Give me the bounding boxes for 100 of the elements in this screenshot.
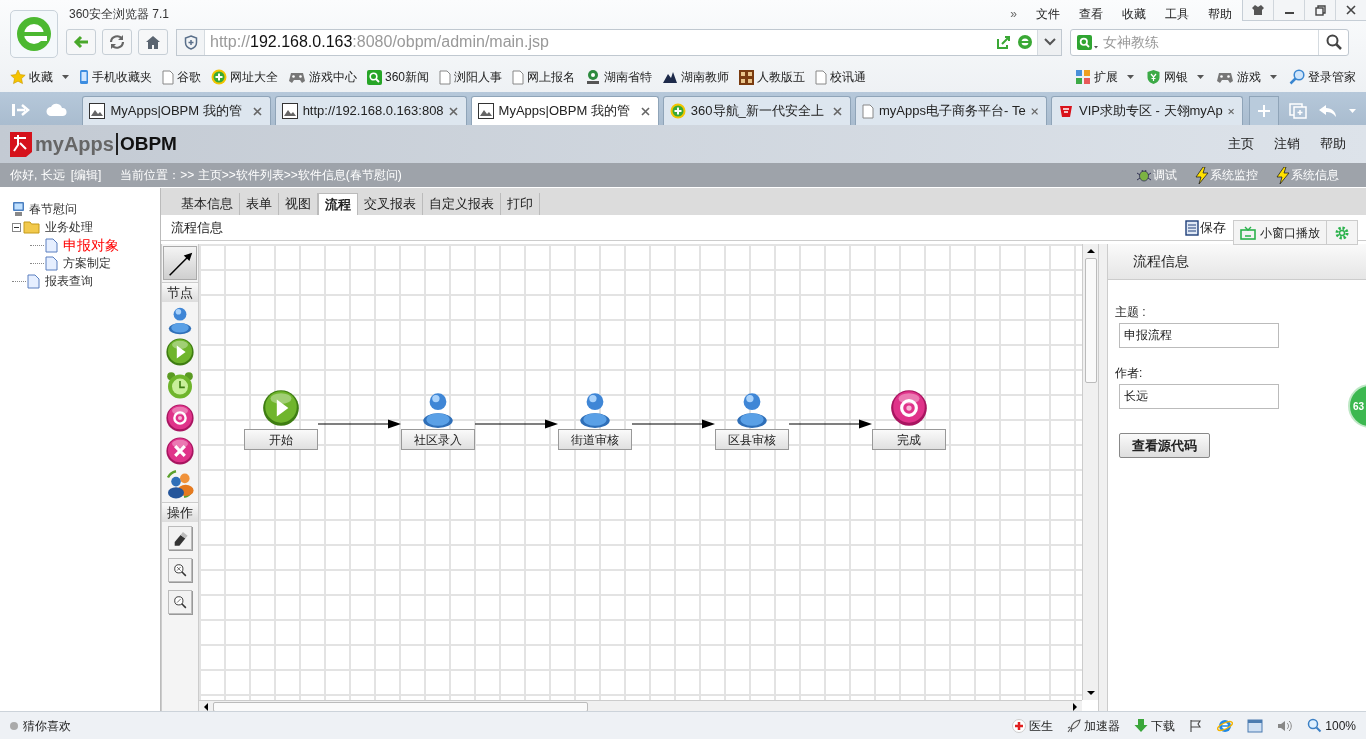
plus-circle-icon [211,69,227,85]
status-item[interactable]: 医生 [1012,716,1054,735]
bookmark-item[interactable]: 人教版五 [739,68,806,86]
menu-item[interactable]: 帮助 [1208,5,1232,23]
flow-node-label[interactable]: 开始 [244,429,318,450]
toolbar-item[interactable]: 游戏 [1216,68,1277,86]
toolbar-item[interactable]: 网银 [1146,68,1204,86]
grid-icon [739,69,755,85]
search-input[interactable]: 女神教练 [1103,31,1303,53]
status-item[interactable]: 下载 [1134,716,1176,735]
share-icon [996,34,1011,50]
bookmark-item[interactable]: 浏阳人事 [439,68,503,86]
browser-tab[interactable]: VIP求助专区 - 天翎myAp [1051,96,1243,125]
tiles-icon [1075,69,1091,85]
input-field[interactable]: 申报流程 [1119,323,1279,348]
menu-item[interactable]: 文件 [1036,5,1060,23]
tree-root-label[interactable]: 春节慰问 [29,200,77,218]
close-icon[interactable] [1030,106,1038,116]
folder-icon [23,220,40,234]
medical-cross-icon [1012,718,1027,733]
image-icon [89,103,106,119]
browser-tab[interactable]: 360导航_新一代安全上 [662,96,851,125]
close-icon[interactable] [640,106,650,116]
bookmark-item[interactable]: 湖南教师 [662,68,730,86]
search-icon[interactable] [1325,34,1342,50]
eraser-tool-button[interactable] [168,526,192,550]
pointer-tool-button[interactable] [163,246,197,280]
bookmark-item[interactable]: 谷歌 [162,68,201,86]
gamepad-icon [288,70,306,84]
browser-tab[interactable]: http://192.168.0.163:808 [274,96,467,125]
toolbar-item[interactable]: 扩展 [1075,68,1134,86]
close-icon[interactable] [1227,106,1234,116]
status-item[interactable]: 加速器 [1067,716,1121,735]
toolbar-item[interactable]: 登录管家 [1289,68,1356,86]
sidebar-toggle-icon[interactable] [12,102,30,117]
panel-header: 流程信息 [1108,244,1366,280]
shield-icon [183,34,198,50]
seal-icon [585,69,602,85]
bookmark-item[interactable]: 手机收藏夹 [79,68,152,86]
tab[interactable]: 流程 [318,193,358,215]
browser-logo[interactable] [10,10,58,58]
horizontal-scrollbar[interactable] [199,700,1082,712]
view-source-button[interactable]: 查看源代码 [1119,433,1210,458]
close-icon [1346,5,1356,15]
search-field[interactable]: 女神教练 [1070,28,1349,56]
flow-node-label[interactable]: 社区录入 [401,429,475,450]
search-icon [367,69,382,85]
nav-link[interactable]: 注销 [1274,134,1300,154]
flow-node-label[interactable]: 街道审核 [558,429,632,450]
bookmark-item[interactable]: 校讯通 [815,68,867,86]
save-button[interactable]: 保存 [1185,217,1226,238]
magnifier-icon [1289,69,1305,85]
rocket-icon [1067,718,1082,733]
bookmark-item[interactable]: 网上报名 [512,68,576,86]
back-button[interactable] [66,29,96,55]
scroll-thumb[interactable] [213,701,588,712]
status-item[interactable]: 100% [1307,716,1356,735]
more-menu-button[interactable]: » [1010,5,1017,23]
bookmark-item[interactable]: 网址大全 [211,68,278,86]
home-button[interactable] [138,29,168,55]
address-bar[interactable]: http://192.168.0.163:8080/obpm/admin/main.jsp [176,28,1062,56]
close-icon[interactable] [448,106,458,116]
input-field[interactable]: 长远 [1119,384,1279,409]
browser-tab[interactable]: MyApps|OBPM 我的管 [82,96,271,125]
vertical-scrollbar[interactable] [1082,244,1098,700]
tree-item[interactable]: 报表查询 [45,272,93,290]
nav-link[interactable]: 帮助 [1320,134,1346,154]
settings-icon [1334,224,1350,241]
tree-item[interactable]: 申报对象 [63,234,119,256]
bookmark-item[interactable]: 收藏 [10,68,69,86]
bookmark-item[interactable]: 湖南省特 [585,68,653,86]
browser-tab[interactable]: myApps电子商务平台- Te [855,96,1047,125]
breadcrumb-text: 当前位置：>> 主页>>软件列表>>软件信息(春节慰问) [120,167,402,184]
collapse-icon[interactable] [12,222,21,232]
image-icon [281,103,298,119]
refresh-button[interactable] [102,29,132,55]
tree-item[interactable]: 业务处理 [45,218,93,236]
status-link[interactable]: 猜你喜欢 [23,716,71,735]
scroll-thumb[interactable] [1084,258,1097,383]
nav-link[interactable]: 主页 [1228,134,1254,154]
close-icon[interactable] [833,106,842,116]
close-icon[interactable] [252,106,262,116]
users-icon [164,467,196,500]
bookmark-item[interactable]: 360新闻 [367,68,430,86]
field-label: 作者: [1115,365,1144,380]
tree-item[interactable]: 方案制定 [63,254,111,272]
shield-icon [1146,69,1161,85]
flow-canvas[interactable]: 开始 社区录入 街道审核 区县审核 完成 [199,244,1082,700]
bookmark-item[interactable]: 游戏中心 [288,68,357,86]
browser-tab[interactable]: MyApps|OBPM 我的管 [470,96,659,125]
back-arrow-icon [73,35,89,49]
zoom-out-tool-button[interactable] [168,590,192,614]
menu-item[interactable]: 收藏 [1122,5,1146,23]
flow-node-label[interactable]: 完成 [872,429,946,450]
flow-node-label[interactable]: 区县审核 [715,429,789,450]
chevron-down-icon [1043,38,1056,46]
menu-item[interactable]: 查看 [1079,5,1103,23]
zoom-in-tool-button[interactable] [168,558,192,582]
minimize-icon [1284,12,1294,14]
menu-item[interactable]: 工具 [1165,5,1189,23]
